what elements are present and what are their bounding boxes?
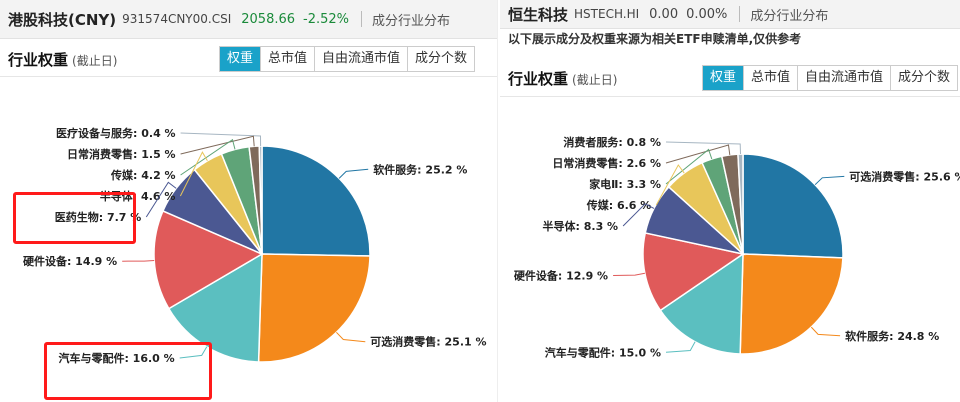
index-name[interactable]: 港股科技(CNY) bbox=[8, 9, 116, 30]
slice-label: 可选消费零售: 25.6 % bbox=[849, 169, 960, 183]
section-title-text: 行业权重 bbox=[508, 70, 569, 88]
left-panel: 港股科技(CNY) 931574CNY00.CSI 2058.66 -2.52%… bbox=[0, 0, 498, 402]
slice-label: 日常消费零售: 2.6 % bbox=[552, 156, 661, 170]
weight-tabs: 权重 总市值 自由流通市值 成分个数 bbox=[702, 65, 959, 91]
leader-line bbox=[810, 326, 841, 337]
leader-line bbox=[665, 341, 696, 353]
slice-label: 硬件设备: 12.9 % bbox=[514, 269, 608, 283]
industry-distribution-label[interactable]: 成分行业分布 bbox=[372, 10, 450, 29]
section-subtitle: (截止日) bbox=[72, 54, 118, 68]
section-title-text: 行业权重 bbox=[8, 51, 69, 69]
slice-label: 消费者服务: 0.8 % bbox=[563, 135, 661, 149]
source-notice: 以下展示成分及权重来源为相关ETF申赎清单,仅供参考 bbox=[508, 32, 802, 46]
pie-slice[interactable] bbox=[261, 145, 371, 257]
header-separator bbox=[361, 11, 363, 27]
highlight-box-auto bbox=[44, 342, 212, 400]
index-name[interactable]: 恒生科技 bbox=[508, 4, 568, 25]
slice-label: 硬件设备: 14.9 % bbox=[23, 254, 117, 268]
index-change: -2.52% bbox=[303, 11, 350, 27]
section-subtitle: (截止日) bbox=[572, 73, 618, 87]
slice-label: 汽车与零配件: 15.0 % bbox=[545, 345, 661, 359]
pie-slice[interactable] bbox=[742, 153, 844, 259]
index-header: 港股科技(CNY) 931574CNY00.CSI 2058.66 -2.52%… bbox=[0, 0, 497, 39]
highlight-box-medicine bbox=[13, 192, 136, 244]
pie-slice[interactable] bbox=[739, 253, 844, 355]
index-code: HSTECH.HI bbox=[574, 7, 640, 21]
section-title: 行业权重 (截止日) bbox=[8, 49, 117, 70]
industry-distribution-label[interactable]: 成分行业分布 bbox=[750, 5, 828, 24]
leader-line bbox=[814, 175, 845, 186]
index-change: 0.00% bbox=[686, 6, 728, 22]
index-price: 0.00 bbox=[649, 6, 679, 22]
index-price: 2058.66 bbox=[241, 11, 296, 27]
weight-tabs: 权重 总市值 自由流通市值 成分个数 bbox=[219, 46, 476, 72]
tab-1[interactable]: 总市值 bbox=[260, 47, 315, 71]
pie-chart: 可选消费零售: 25.6 % 软件服务: 24.8 % 消费者服务: 0.8 % 日常… bbox=[514, 135, 960, 359]
leader-line bbox=[122, 260, 155, 262]
leader-line bbox=[338, 168, 369, 179]
leader-line bbox=[613, 272, 645, 276]
slice-label: 传媒: 6.6 % bbox=[586, 198, 652, 212]
tab-0[interactable]: 权重 bbox=[703, 66, 744, 90]
tab-3[interactable]: 成分个数 bbox=[890, 66, 958, 90]
right-panel: 恒生科技 HSTECH.HI 0.00 0.00% 成分行业分布 以下展示成分及… bbox=[500, 0, 960, 402]
slice-label: 可选消费零售: 25.1 % bbox=[370, 335, 486, 349]
slice-label: 半导体: 8.3 % bbox=[543, 219, 619, 233]
tab-1[interactable]: 总市值 bbox=[743, 66, 798, 90]
leader-line bbox=[336, 331, 366, 343]
index-code: 931574CNY00.CSI bbox=[122, 12, 232, 26]
header-separator bbox=[739, 6, 741, 22]
slice-label: 医疗设备与服务: 0.4 % bbox=[56, 126, 176, 140]
slice-label: 日常消费零售: 1.5 % bbox=[67, 147, 176, 161]
index-header: 恒生科技 HSTECH.HI 0.00 0.00% 成分行业分布 bbox=[500, 0, 960, 29]
slice-label: 家电Ⅱ: 3.3 % bbox=[589, 177, 661, 191]
pie-slice[interactable] bbox=[257, 253, 371, 363]
slice-label: 传媒: 4.2 % bbox=[110, 168, 176, 182]
tab-0[interactable]: 权重 bbox=[220, 47, 261, 71]
tab-2[interactable]: 自由流通市值 bbox=[314, 47, 408, 71]
tab-3[interactable]: 成分个数 bbox=[407, 47, 475, 71]
slice-label: 软件服务: 24.8 % bbox=[845, 329, 939, 343]
tab-2[interactable]: 自由流通市值 bbox=[797, 66, 891, 90]
slice-label: 软件服务: 25.2 % bbox=[373, 162, 467, 176]
section-title: 行业权重 (截止日) bbox=[508, 68, 617, 89]
